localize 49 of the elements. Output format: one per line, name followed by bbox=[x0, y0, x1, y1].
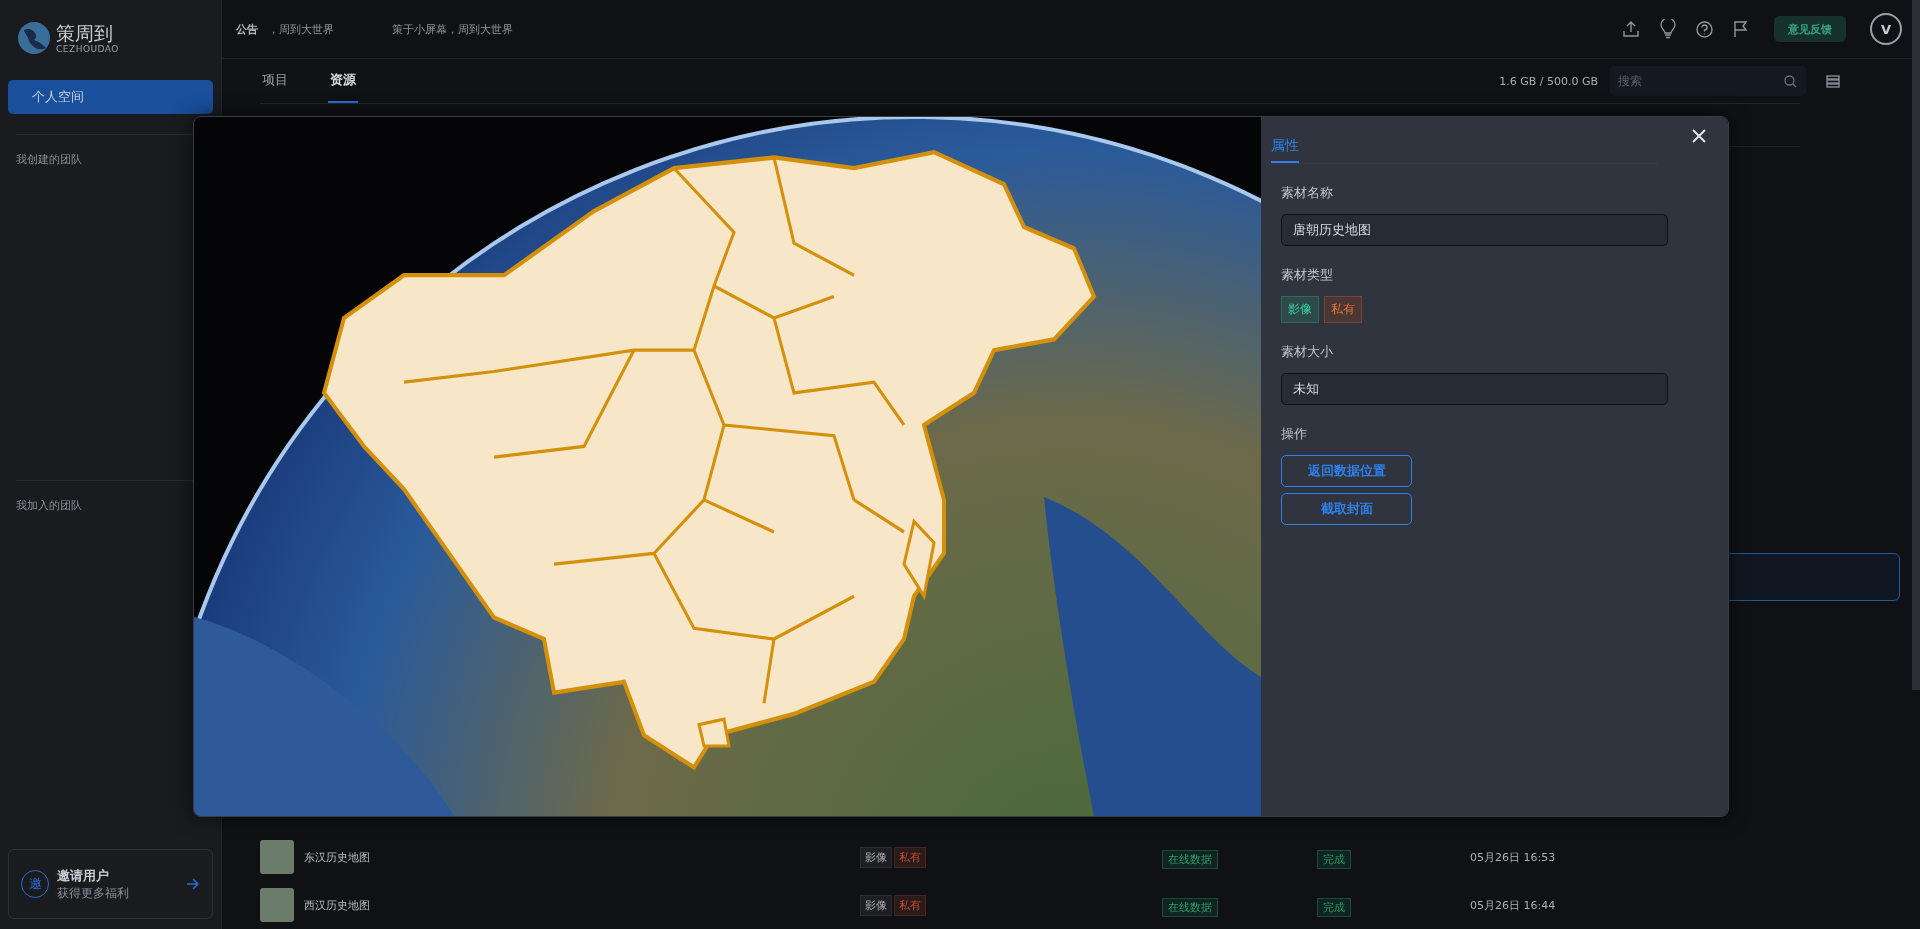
lightbulb-icon[interactable] bbox=[1660, 19, 1676, 39]
invite-subtitle: 获得更多福利 bbox=[57, 884, 130, 902]
list-view-icon[interactable] bbox=[1826, 74, 1840, 88]
close-icon[interactable] bbox=[1692, 129, 1706, 143]
flag-icon[interactable] bbox=[1733, 20, 1748, 38]
scrollbar[interactable] bbox=[1912, 0, 1920, 690]
logo-icon bbox=[18, 22, 50, 54]
invite-card[interactable]: 邀 邀请用户 获得更多福利 bbox=[8, 849, 213, 919]
status-tag: 完成 bbox=[1317, 897, 1351, 917]
type-tag: 影像 bbox=[860, 846, 892, 868]
logo-name: 策周到 bbox=[56, 22, 114, 44]
tab[interactable]: 资源 bbox=[328, 59, 358, 103]
search-field[interactable]: 搜索 bbox=[1610, 66, 1806, 96]
field-label: 操作 bbox=[1281, 425, 1308, 443]
resource-time: 05月26日 16:44 bbox=[1470, 897, 1556, 913]
feedback-button[interactable]: 意见反馈 bbox=[1774, 16, 1846, 42]
source-tag: 在线数据 bbox=[1162, 849, 1218, 869]
announcement-text: 策于小屏幕，周到大世界 bbox=[392, 21, 513, 37]
text-field[interactable]: 唐朝历史地图 bbox=[1281, 214, 1668, 246]
upload-icon[interactable] bbox=[1622, 20, 1640, 38]
resource-name: 东汉历史地图 bbox=[304, 849, 371, 865]
announcement-text: ，周到大世界 bbox=[268, 21, 334, 37]
map-thumbnail bbox=[260, 888, 294, 922]
search-icon[interactable] bbox=[1784, 75, 1797, 88]
source-tag: 在线数据 bbox=[1162, 897, 1218, 917]
field-label: 素材大小 bbox=[1281, 343, 1334, 361]
resource-time: 05月26日 16:53 bbox=[1470, 849, 1556, 865]
status-tag: 完成 bbox=[1317, 849, 1351, 869]
type-tag: 影像 bbox=[1281, 296, 1319, 323]
arrow-right-icon bbox=[186, 877, 200, 891]
private-tag: 私有 bbox=[894, 846, 926, 868]
invite-title: 邀请用户 bbox=[57, 866, 110, 885]
user-avatar[interactable]: V bbox=[1870, 13, 1902, 45]
private-tag: 私有 bbox=[894, 894, 926, 916]
announcement-label: 公告 bbox=[236, 21, 258, 37]
storage-usage: 1.6 GB / 500.0 GB bbox=[1499, 74, 1598, 88]
private-tag: 私有 bbox=[1324, 296, 1362, 323]
text-field[interactable]: 未知 bbox=[1281, 373, 1668, 405]
type-tag: 影像 bbox=[860, 894, 892, 916]
personal-space-button[interactable]: 个人空间 bbox=[8, 80, 213, 114]
help-icon[interactable] bbox=[1696, 20, 1713, 38]
field-label: 素材类型 bbox=[1281, 266, 1334, 284]
map-thumbnail bbox=[260, 840, 294, 874]
section-title: 我创建的团队 bbox=[16, 153, 82, 166]
section-title: 我加入的团队 bbox=[16, 499, 82, 512]
logo-subtitle: CEZHOUDAO bbox=[56, 44, 119, 54]
resource-name: 西汉历史地图 bbox=[304, 897, 371, 913]
tab[interactable]: 项目 bbox=[260, 59, 290, 103]
field-label: 素材名称 bbox=[1281, 184, 1334, 202]
